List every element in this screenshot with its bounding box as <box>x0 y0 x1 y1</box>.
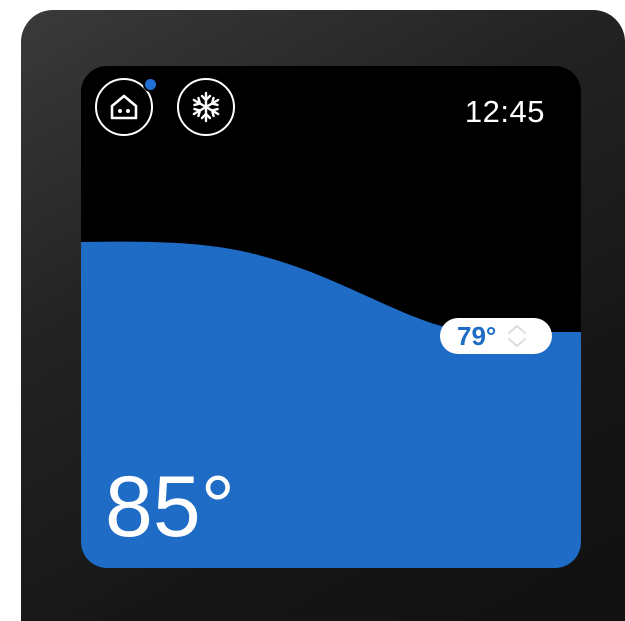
thermostat-device: 12:45 79° 85° <box>21 10 625 621</box>
setpoint-control[interactable]: 79° <box>440 318 552 354</box>
setpoint-value: 79° <box>457 320 497 351</box>
clock-display: 12:45 <box>464 94 545 129</box>
thermostat-screen[interactable]: 12:45 79° 85° <box>81 66 581 568</box>
notification-dot <box>143 77 158 92</box>
current-temperature: 85° <box>105 459 236 555</box>
cool-mode-button[interactable] <box>177 78 235 136</box>
home-icon <box>110 94 138 120</box>
chevron-updown-icon[interactable] <box>506 321 528 351</box>
snowflake-icon <box>190 91 222 123</box>
